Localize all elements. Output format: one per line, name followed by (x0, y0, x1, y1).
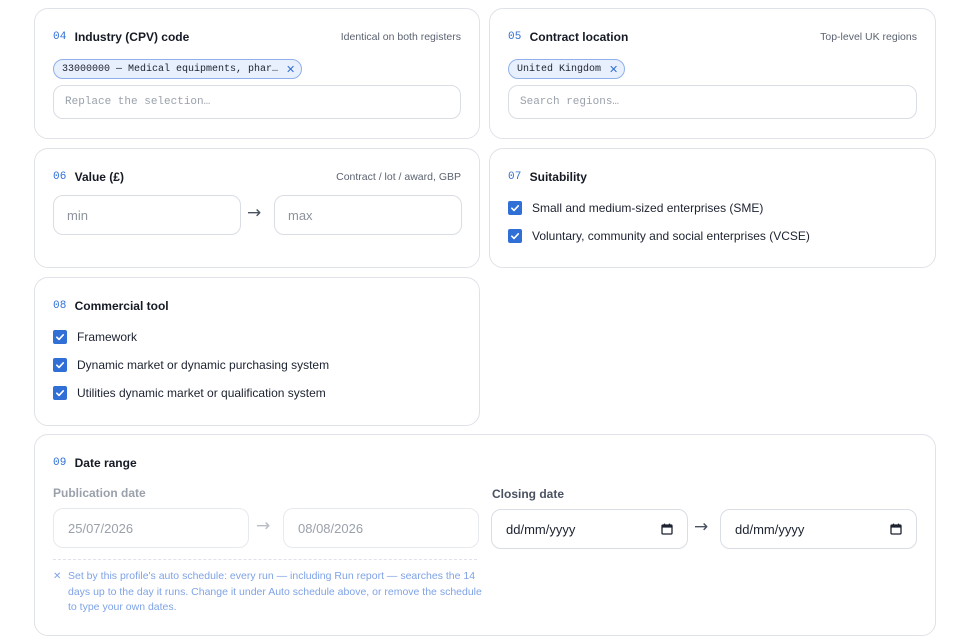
section-number: 08 (53, 300, 67, 312)
date-value: dd/mm/yyyy (506, 521, 576, 537)
section-number: 07 (508, 171, 522, 183)
calendar-icon[interactable] (661, 523, 673, 535)
section-title: Date range (74, 456, 137, 470)
checkbox-label: Utilities dynamic market or qualificatio… (77, 386, 326, 400)
auto-schedule-note: ✕ Set by this profile's auto schedule: e… (53, 569, 483, 616)
checkmark-icon (511, 233, 520, 240)
chip-label: United Kingdom (517, 63, 602, 75)
region-chip: United Kingdom ✕ (508, 59, 626, 79)
checkbox-label: Small and medium-sized enterprises (SME) (532, 201, 764, 215)
section-hint: Top-level UK regions (820, 31, 917, 43)
publication-to-field: 08/08/2026 (283, 508, 479, 548)
tool-option-framework[interactable]: Framework (53, 329, 137, 345)
checkmark-icon (56, 390, 65, 397)
section-hint: Identical on both registers (340, 31, 461, 43)
cpv-chip: 33000000 — Medical equipments, phar… ✕ (53, 59, 303, 79)
section-hint: Contract / lot / award, GBP (336, 171, 461, 183)
region-search-input[interactable] (508, 85, 917, 119)
close-icon[interactable]: ✕ (609, 63, 618, 76)
section-title: Contract location (529, 30, 629, 44)
closing-to-field[interactable]: dd/mm/yyyy (720, 509, 917, 549)
checkbox-label: Voluntary, community and social enterpri… (532, 229, 810, 243)
checkbox-label: Framework (77, 330, 138, 344)
suitability-option-sme[interactable]: Small and medium-sized enterprises (SME) (508, 200, 763, 216)
checkbox[interactable] (53, 330, 67, 344)
section-number: 06 (53, 171, 67, 183)
value-min-input[interactable] (53, 195, 241, 235)
checkbox[interactable] (53, 358, 67, 372)
date-value: 25/07/2026 (68, 520, 134, 536)
date-value: 08/08/2026 (298, 520, 364, 536)
checkmark-icon (56, 362, 65, 369)
closing-from-field[interactable]: dd/mm/yyyy (491, 509, 688, 549)
industry-card: 04 Industry (CPV) code Identical on both… (34, 8, 480, 139)
commercial-tool-card: 08 Commercial tool Framework Dynamic mar… (34, 277, 480, 426)
commercial-tool-header: 08 Commercial tool (53, 298, 461, 314)
checkbox-label: Dynamic market or dynamic purchasing sys… (77, 358, 330, 372)
checkbox[interactable] (508, 201, 522, 215)
section-number: 09 (53, 457, 67, 469)
checkbox[interactable] (508, 229, 522, 243)
section-number: 05 (508, 31, 522, 43)
tool-option-utilities[interactable]: Utilities dynamic market or qualificatio… (53, 385, 326, 401)
publication-date-label: Publication date (53, 486, 146, 500)
chip-label: 33000000 — Medical equipments, phar… (62, 63, 279, 75)
value-card: 06 Value (£) Contract / lot / award, GBP… (34, 148, 480, 268)
range-arrow: → (247, 203, 262, 223)
date-range-card: 09 Date range Publication date 25/07/202… (34, 434, 936, 636)
checkmark-icon (56, 334, 65, 341)
date-value: dd/mm/yyyy (735, 521, 805, 537)
closing-date-label: Closing date (492, 487, 565, 501)
section-title: Industry (CPV) code (74, 30, 190, 44)
checkmark-icon (511, 205, 520, 212)
value-header: 06 Value (£) Contract / lot / award, GBP (53, 169, 461, 185)
location-header: 05 Contract location Top-level UK region… (508, 29, 917, 45)
close-icon: ✕ (53, 571, 62, 582)
range-arrow: → (694, 517, 709, 537)
section-title: Value (£) (74, 170, 124, 184)
location-card: 05 Contract location Top-level UK region… (489, 8, 936, 139)
publication-from-field: 25/07/2026 (53, 508, 249, 548)
date-range-header: 09 Date range (53, 455, 917, 471)
cpv-search-input[interactable] (53, 85, 461, 119)
suitability-card: 07 Suitability Small and medium-sized en… (489, 148, 936, 268)
divider (53, 559, 477, 560)
close-icon[interactable]: ✕ (286, 63, 295, 76)
section-title: Commercial tool (74, 299, 169, 313)
section-title: Suitability (529, 170, 587, 184)
section-number: 04 (53, 31, 67, 43)
industry-header: 04 Industry (CPV) code Identical on both… (53, 29, 461, 45)
suitability-header: 07 Suitability (508, 169, 917, 185)
tool-option-dynamic-market[interactable]: Dynamic market or dynamic purchasing sys… (53, 357, 329, 373)
calendar-icon[interactable] (890, 523, 902, 535)
checkbox[interactable] (53, 386, 67, 400)
note-text: Set by this profile's auto schedule: eve… (68, 570, 482, 613)
suitability-option-vcse[interactable]: Voluntary, community and social enterpri… (508, 228, 810, 244)
range-arrow: → (256, 516, 271, 536)
value-max-input[interactable] (274, 195, 462, 235)
